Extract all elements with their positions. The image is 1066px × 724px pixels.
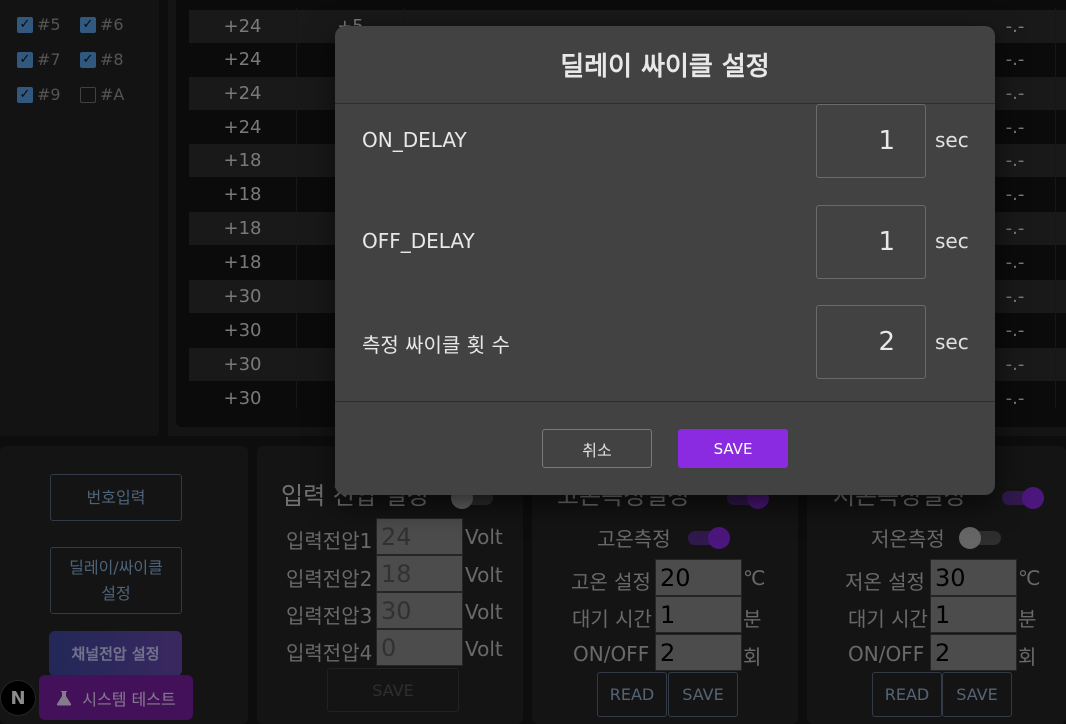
divider (335, 401, 995, 402)
cycle-count-input[interactable]: 2 (816, 305, 926, 379)
on-delay-input[interactable]: 1 (816, 104, 926, 178)
cycle-count-label: 측정 싸이클 횟 수 (362, 333, 510, 357)
on-delay-label: ON_DELAY (362, 128, 467, 152)
dialog-title: 딜레이 싸이클 설정 (560, 52, 770, 82)
cancel-button[interactable]: 취소 (542, 429, 652, 468)
off-delay-label: OFF_DELAY (362, 229, 475, 253)
delay-cycle-dialog: 딜레이 싸이클 설정 ON_DELAY 1 sec OFF_DELAY 1 se… (335, 26, 995, 495)
off-delay-unit: sec (935, 229, 969, 253)
off-delay-input[interactable]: 1 (816, 205, 926, 279)
save-button[interactable]: SAVE (678, 429, 788, 468)
on-delay-unit: sec (935, 128, 969, 152)
cycle-count-unit: sec (935, 330, 969, 354)
